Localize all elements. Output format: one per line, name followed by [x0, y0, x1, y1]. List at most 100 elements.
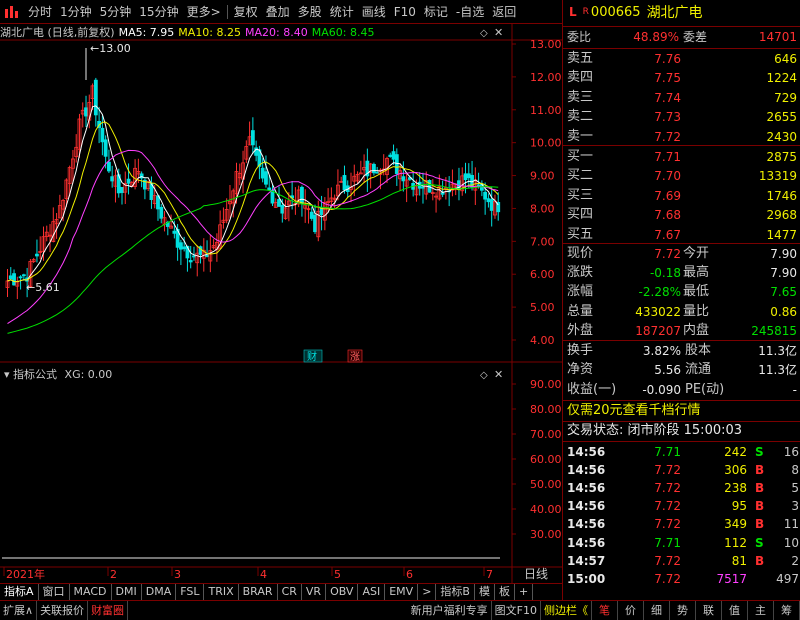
ma10-legend: MA10: 8.25 [178, 25, 242, 39]
indicator-tab[interactable]: FSL [176, 583, 205, 600]
f10-button[interactable]: 图文F10 [492, 601, 541, 620]
tick-row[interactable]: 14:57 7.72 81 B 2 [563, 552, 800, 570]
indicator-tab[interactable]: 指标B [436, 583, 475, 600]
ask-row[interactable]: 卖二 7.73 2655 [563, 107, 800, 127]
sidebar-toggle[interactable]: 侧边栏《 [541, 601, 592, 620]
stat-label: 最高 [683, 265, 710, 281]
tick-row[interactable]: 15:00 7.72 7517 497 [563, 570, 800, 588]
candle-body [35, 253, 39, 257]
bid-row[interactable]: 买三 7.69 1746 [563, 186, 800, 206]
fundamental-value: 11.3亿 [758, 344, 797, 358]
related-quotes-button[interactable]: 关联报价 [37, 601, 89, 620]
pen-icon[interactable]: 笔 [592, 601, 618, 620]
stock-name[interactable]: 湖北广电 [647, 2, 703, 22]
price-tick-label: 8.00 [530, 202, 555, 215]
toolbar-more[interactable]: 更多> [183, 0, 225, 24]
linked-icon[interactable]: 联 [696, 601, 722, 620]
trend-icon[interactable]: 势 [670, 601, 696, 620]
tick-row[interactable]: 14:56 7.72 95 B 3 [563, 497, 800, 515]
toolbar-f10[interactable]: F10 [390, 0, 420, 24]
toolbar-mark[interactable]: 标记 [420, 0, 452, 24]
chips-icon[interactable]: 筹 [774, 601, 800, 620]
bid-row[interactable]: 买五 7.67 1477 [563, 225, 800, 245]
close-icon[interactable]: ✕ [494, 368, 503, 381]
toolbar-stats[interactable]: 统计 [326, 0, 358, 24]
toolbar-15min[interactable]: 15分钟 [135, 0, 182, 24]
ask-row[interactable]: 卖五 7.76 646 [563, 49, 800, 69]
period-label[interactable]: 日线 [524, 567, 548, 581]
toolbar-draw-line[interactable]: 画线 [358, 0, 390, 24]
indicator-tab[interactable]: > [418, 583, 437, 600]
indicator-tab[interactable]: DMI [112, 583, 142, 600]
wealth-circle-button[interactable]: 财富圈 [88, 601, 129, 620]
indicator-tab[interactable]: 板 [495, 583, 515, 600]
ask-row[interactable]: 卖一 7.72 2430 [563, 127, 800, 147]
toolbar-overlay[interactable]: 叠加 [262, 0, 294, 24]
diamond-icon[interactable]: ◇ [480, 370, 488, 381]
candle-body [159, 206, 164, 219]
toolbar-adjust[interactable]: 复权 [230, 0, 262, 24]
indicator-title[interactable]: ▾ 指标公式 XG: 0.00 [4, 366, 112, 382]
candle-body [93, 79, 98, 116]
tick-count: 16 [783, 445, 799, 459]
candle-body [110, 176, 115, 182]
toolbar-back[interactable]: 返回 [488, 0, 520, 24]
tick-row[interactable]: 14:56 7.72 306 B 8 [563, 461, 800, 479]
indicator-tick-label: 50.00 [530, 478, 562, 491]
indicator-tab[interactable]: TRIX [204, 583, 239, 600]
expand-button[interactable]: 扩展∧ [0, 601, 38, 620]
chart-annotations: ←13.00←5.61财 涨◇ ✕◇ ✕ [26, 26, 503, 381]
kline-chart[interactable]: 13.00 12.00 11.00 10.00 9.00 8.00 7.00 6.00 5.00… [0, 24, 562, 583]
indicator-tab[interactable]: + [515, 583, 534, 600]
toolbar-watchlist[interactable]: -自选 [452, 0, 488, 24]
toolbar-5min[interactable]: 5分钟 [96, 0, 136, 24]
toolbar-multi-stock[interactable]: 多股 [294, 0, 326, 24]
price-tick-label: 12.00 [530, 71, 562, 84]
tick-row[interactable]: 14:56 7.72 349 B 11 [563, 515, 800, 533]
indicator-tab[interactable]: OBV [326, 583, 359, 600]
ask-row[interactable]: 卖四 7.75 1224 [563, 68, 800, 88]
app-logo-icon[interactable] [0, 0, 24, 24]
stat-value: 7.72 [654, 247, 681, 261]
ma20-legend: MA20: 8.40 [245, 25, 308, 39]
chevron-down-icon[interactable]: ▾ [4, 368, 13, 381]
indicator-tab[interactable]: BRAR [239, 583, 278, 600]
ask-row[interactable]: 卖三 7.74 729 [563, 88, 800, 108]
bid-row[interactable]: 买四 7.68 2968 [563, 205, 800, 225]
level2-promo[interactable]: 仅需20元查看千档行情 [567, 401, 701, 421]
indicator-tab[interactable]: CR [278, 583, 302, 600]
indicator-tab[interactable]: 窗口 [39, 583, 70, 600]
level2-promo-row[interactable]: 仅需20元查看千档行情 [563, 401, 800, 421]
bid-row[interactable]: 买二 7.70 13319 [563, 166, 800, 186]
indicator-tab[interactable]: 指标A [0, 583, 39, 600]
indicator-tab[interactable]: VR [302, 583, 327, 600]
indicator-tab[interactable]: MACD [70, 583, 112, 600]
promo-link[interactable]: 新用户福利专享 [408, 601, 492, 620]
tick-row[interactable]: 14:56 7.72 238 B 5 [563, 479, 800, 497]
tick-volume: 81 [731, 553, 747, 568]
candle-body [100, 127, 105, 143]
bid-row[interactable]: 买一 7.71 2875 [563, 147, 800, 167]
indicator-tick-label: 30.00 [530, 528, 562, 541]
main-icon[interactable]: 主 [748, 601, 774, 620]
value-icon[interactable]: 值 [722, 601, 748, 620]
indicator-tab[interactable]: 模 [475, 583, 495, 600]
indicator-tab[interactable]: EMV [385, 583, 419, 600]
candle-body [401, 176, 406, 182]
date-tick-label: 2 [110, 568, 117, 581]
candle-body [260, 167, 265, 179]
detail-icon[interactable]: 细 [644, 601, 670, 620]
tick-price: 7.72 [654, 463, 681, 478]
price-tick-label: 13.00 [530, 38, 562, 51]
tick-time: 14:57 [567, 553, 606, 568]
tick-row[interactable]: 14:56 7.71 242 S 16 [563, 443, 800, 461]
indicator-tab[interactable]: ASI [358, 583, 386, 600]
price-icon[interactable]: 价 [618, 601, 644, 620]
tick-row[interactable]: 14:56 7.71 112 S 10 [563, 534, 800, 552]
indicator-tab[interactable]: DMA [142, 583, 177, 600]
stat-label: 今开 [683, 246, 710, 261]
toolbar-1min[interactable]: 1分钟 [56, 0, 96, 24]
candle-body [8, 275, 13, 280]
date-tick-label: 3 [174, 568, 181, 581]
toolbar-intraday[interactable]: 分时 [24, 0, 56, 24]
